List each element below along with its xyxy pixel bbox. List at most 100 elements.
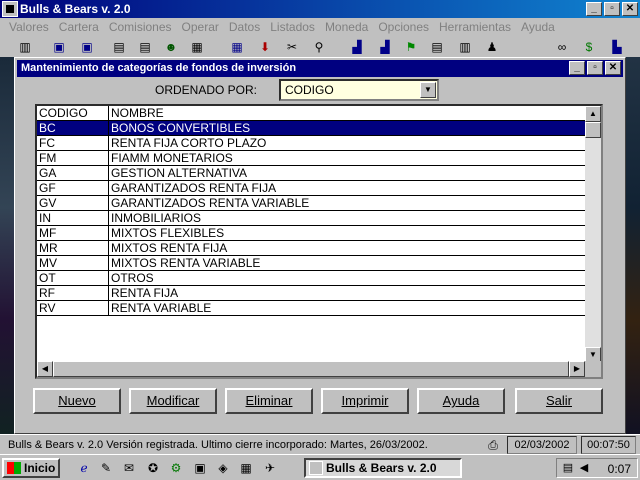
desktop-background-left [0, 57, 14, 434]
scroll-right-button[interactable]: ▶ [569, 361, 585, 377]
book-icon[interactable]: ▥ [18, 40, 32, 54]
chart-icon[interactable]: ▙ [610, 40, 624, 54]
tools-icon[interactable]: ✂ [285, 40, 299, 54]
delete-button[interactable]: Eliminar [225, 388, 313, 414]
start-button[interactable]: Inicio [2, 458, 60, 478]
table-row[interactable]: GF GARANTIZADOS RENTA FIJA [37, 181, 601, 196]
cell-name: INMOBILIARIOS [109, 211, 587, 226]
table-row[interactable]: MV MIXTOS RENTA VARIABLE [37, 256, 601, 271]
status-text: Bulls & Bears v. 2.0 Versión registrada.… [8, 439, 428, 451]
menu-listados[interactable]: Listados [265, 18, 320, 37]
chart-icon[interactable]: ▤ [430, 40, 444, 54]
table-row[interactable]: FM FIAMM MONETARIOS [37, 151, 601, 166]
app-icon[interactable]: ▣ [192, 460, 208, 476]
vertical-scroll-thumb[interactable] [585, 122, 601, 138]
search-icon[interactable]: ⚲ [312, 40, 326, 54]
speaker-icon[interactable]: ◀ [577, 461, 591, 475]
app-title-bar[interactable]: Bulls & Bears v. 2.0 _ ▫ ✕ [0, 0, 640, 18]
restore-button[interactable]: ▫ [604, 2, 620, 16]
app-icon[interactable] [2, 1, 18, 17]
app-icon [309, 461, 323, 475]
app-icon[interactable]: ✉ [121, 460, 137, 476]
app-icon[interactable]: ✈ [262, 460, 278, 476]
menu-datos[interactable]: Datos [224, 18, 265, 37]
menu-herramientas[interactable]: Herramientas [434, 18, 516, 37]
menu-valores[interactable]: Valores [4, 18, 54, 37]
cell-code: RV [37, 301, 109, 316]
cell-code: BC [37, 121, 109, 136]
document-icon[interactable]: ▤ [112, 40, 126, 54]
horizontal-scroll-thumb[interactable] [53, 361, 569, 377]
chart-icon[interactable]: ▟ [378, 40, 392, 54]
outlook-icon[interactable]: ✎ [98, 460, 114, 476]
close-button[interactable]: ✕ [622, 2, 638, 16]
horizontal-scrollbar[interactable]: ◀ ▶ [37, 361, 585, 377]
menu-opciones[interactable]: Opciones [373, 18, 434, 37]
table-row[interactable]: BC BONOS CONVERTIBLES [37, 121, 601, 136]
column-header-nombre[interactable]: NOMBRE [109, 106, 587, 121]
app-icon[interactable]: ✪ [145, 460, 161, 476]
chevron-down-icon[interactable]: ▼ [420, 82, 436, 98]
grid-icon[interactable]: ▦ [230, 40, 244, 54]
cell-code: GV [37, 196, 109, 211]
print-button[interactable]: Imprimir [321, 388, 409, 414]
document-icon[interactable]: ▤ [138, 40, 152, 54]
table-row[interactable]: MF MIXTOS FLEXIBLES [37, 226, 601, 241]
chart-icon[interactable]: ▟ [350, 40, 364, 54]
table-row[interactable]: RF RENTA FIJA [37, 286, 601, 301]
document-icon[interactable]: ▥ [458, 40, 472, 54]
task-label: Bulls & Bears v. 2.0 [326, 461, 437, 475]
menu-comisiones[interactable]: Comisiones [104, 18, 177, 37]
download-icon[interactable]: ⬇ [258, 40, 272, 54]
cell-name: MIXTOS FLEXIBLES [109, 226, 587, 241]
printer-icon[interactable]: ⎙ [484, 437, 502, 453]
sort-label: ORDENADO POR: [155, 83, 258, 97]
cell-name: MIXTOS RENTA FIJA [109, 241, 587, 256]
cell-name: MIXTOS RENTA VARIABLE [109, 256, 587, 271]
people-icon[interactable]: ♟ [485, 40, 499, 54]
menu-moneda[interactable]: Moneda [320, 18, 373, 37]
table-row[interactable]: GA GESTION ALTERNATIVA [37, 166, 601, 181]
taskbar-task-bulls-bears[interactable]: Bulls & Bears v. 2.0 [304, 458, 462, 478]
vertical-scrollbar[interactable]: ▲ ▼ [585, 106, 601, 363]
dollar-icon[interactable]: $ [582, 40, 596, 54]
help-button[interactable]: Ayuda [417, 388, 505, 414]
binoculars-icon[interactable]: ∞ [555, 40, 569, 54]
dialog-title: Mantenimiento de categorías de fondos de… [21, 62, 297, 74]
new-button[interactable]: Nuevo [33, 388, 121, 414]
menu-cartera[interactable]: Cartera [54, 18, 104, 37]
table-row[interactable]: MR MIXTOS RENTA FIJA [37, 241, 601, 256]
table-row[interactable]: FC RENTA FIJA CORTO PLAZO [37, 136, 601, 151]
sort-select[interactable]: CODIGO ▼ [279, 79, 439, 101]
table-row[interactable]: RV RENTA VARIABLE [37, 301, 601, 316]
app-icon[interactable]: ⚙ [168, 460, 184, 476]
people-icon[interactable]: ☻ [164, 40, 178, 54]
scroll-up-button[interactable]: ▲ [585, 106, 601, 122]
exit-button[interactable]: Salir [515, 388, 603, 414]
app-icon[interactable]: ◈ [215, 460, 231, 476]
modify-button[interactable]: Modificar [129, 388, 217, 414]
app-icon[interactable]: ▦ [238, 460, 254, 476]
column-header-codigo[interactable]: CODIGO [37, 106, 109, 121]
flag-icon[interactable]: ⚑ [404, 40, 418, 54]
network-icon[interactable]: ▤ [561, 461, 575, 475]
calculator-icon[interactable]: ▦ [190, 40, 204, 54]
dialog-minimize-button[interactable]: _ [569, 61, 585, 75]
taskbar: Inicio ℯ ✎ ✉ ✪ ⚙ ▣ ◈ ▦ ✈ Bulls & Bears v… [0, 454, 640, 480]
menu-operar[interactable]: Operar [177, 18, 224, 37]
table-row[interactable]: IN INMOBILIARIOS [37, 211, 601, 226]
dialog-close-button[interactable]: ✕ [605, 61, 621, 75]
table-row[interactable]: GV GARANTIZADOS RENTA VARIABLE [37, 196, 601, 211]
window-icon[interactable]: ▣ [52, 40, 66, 54]
desktop-background-right [626, 57, 640, 434]
minimize-button[interactable]: _ [586, 2, 602, 16]
ie-icon[interactable]: ℯ [76, 460, 92, 476]
scroll-left-button[interactable]: ◀ [37, 361, 53, 377]
dialog-title-bar[interactable]: Mantenimiento de categorías de fondos de… [17, 60, 623, 77]
categories-grid[interactable]: CODIGO NOMBRE BC BONOS CONVERTIBLES FC R… [35, 104, 603, 379]
menu-ayuda[interactable]: Ayuda [516, 18, 560, 37]
window-icon[interactable]: ▣ [80, 40, 94, 54]
taskbar-clock[interactable]: 0:07 [608, 461, 631, 477]
dialog-restore-button[interactable]: ▫ [587, 61, 603, 75]
table-row[interactable]: OT OTROS [37, 271, 601, 286]
